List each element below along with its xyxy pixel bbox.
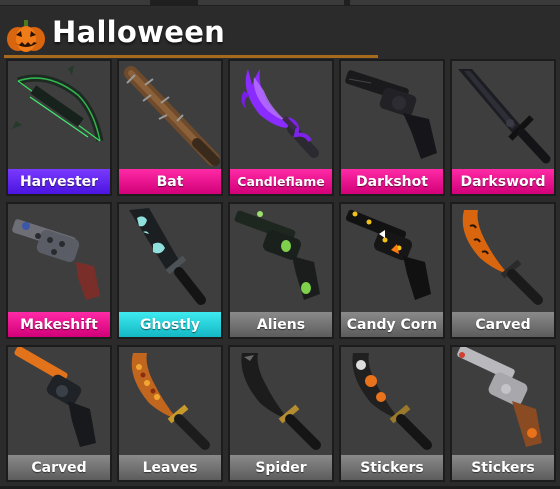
candy-corn-gun-icon <box>345 209 431 300</box>
leaves-knife-icon <box>131 353 210 450</box>
item-tile-leaves[interactable]: Leaves <box>117 345 223 482</box>
item-label: Spider <box>230 455 332 480</box>
spiked-bat-icon <box>124 66 220 166</box>
item-tile-candy-corn[interactable]: Candy Corn <box>339 202 445 339</box>
stickers-knife-icon <box>352 353 432 450</box>
item-tile-darkshot[interactable]: Darkshot <box>339 59 445 196</box>
item-label: Darksword <box>452 169 554 194</box>
item-label: Stickers <box>452 455 554 480</box>
item-label: Makeshift <box>8 312 110 337</box>
item-tile-carved-gun[interactable]: Carved <box>6 345 112 482</box>
item-label: Stickers <box>341 455 443 480</box>
item-tile-stickers-gun[interactable]: Stickers <box>450 345 556 482</box>
alien-gun-icon <box>234 210 320 300</box>
crossbow-icon <box>12 65 104 142</box>
top-strip-segment <box>198 0 344 5</box>
item-tile-spider[interactable]: Spider <box>228 345 334 482</box>
page-title: Halloween <box>52 15 226 49</box>
item-tile-ghostly[interactable]: Ghostly <box>117 202 223 339</box>
title-underline <box>4 55 378 58</box>
dark-sword-icon <box>458 69 551 164</box>
carved-gun-icon <box>14 347 96 447</box>
top-strip-segment <box>350 0 560 5</box>
spider-knife-icon <box>241 353 321 450</box>
item-tile-darksword[interactable]: Darksword <box>450 59 556 196</box>
ghost-knife-icon <box>129 208 206 305</box>
item-label: Ghostly <box>119 312 221 337</box>
top-strip-segment <box>0 0 150 5</box>
item-label: Darkshot <box>341 169 443 194</box>
item-label: Leaves <box>119 455 221 480</box>
makeshift-gun-icon <box>12 219 100 300</box>
flame-knife-icon <box>241 69 319 158</box>
top-strip <box>0 0 560 6</box>
carved-knife-icon <box>462 210 543 305</box>
item-tile-makeshift[interactable]: Makeshift <box>6 202 112 339</box>
item-tile-stickers-knife[interactable]: Stickers <box>339 345 445 482</box>
item-tile-aliens[interactable]: Aliens <box>228 202 334 339</box>
item-tile-carved-knife[interactable]: Carved <box>450 202 556 339</box>
item-tile-bat[interactable]: Bat <box>117 59 223 196</box>
item-label: Harvester <box>8 169 110 194</box>
item-grid: Harvester Bat Candleflame Darkshot Darks… <box>6 59 556 482</box>
item-label: Candleflame <box>230 169 332 194</box>
item-label: Carved <box>452 312 554 337</box>
item-label: Candy Corn <box>341 312 443 337</box>
item-tile-candleflame[interactable]: Candleflame <box>228 59 334 196</box>
item-label: Bat <box>119 169 221 194</box>
item-label: Aliens <box>230 312 332 337</box>
stickers-gun-icon <box>457 347 542 447</box>
pumpkin-icon <box>7 20 45 52</box>
item-tile-harvester[interactable]: Harvester <box>6 59 112 196</box>
category-header: Halloween <box>6 14 386 58</box>
item-label: Carved <box>8 455 110 480</box>
dark-revolver-icon <box>345 70 437 159</box>
